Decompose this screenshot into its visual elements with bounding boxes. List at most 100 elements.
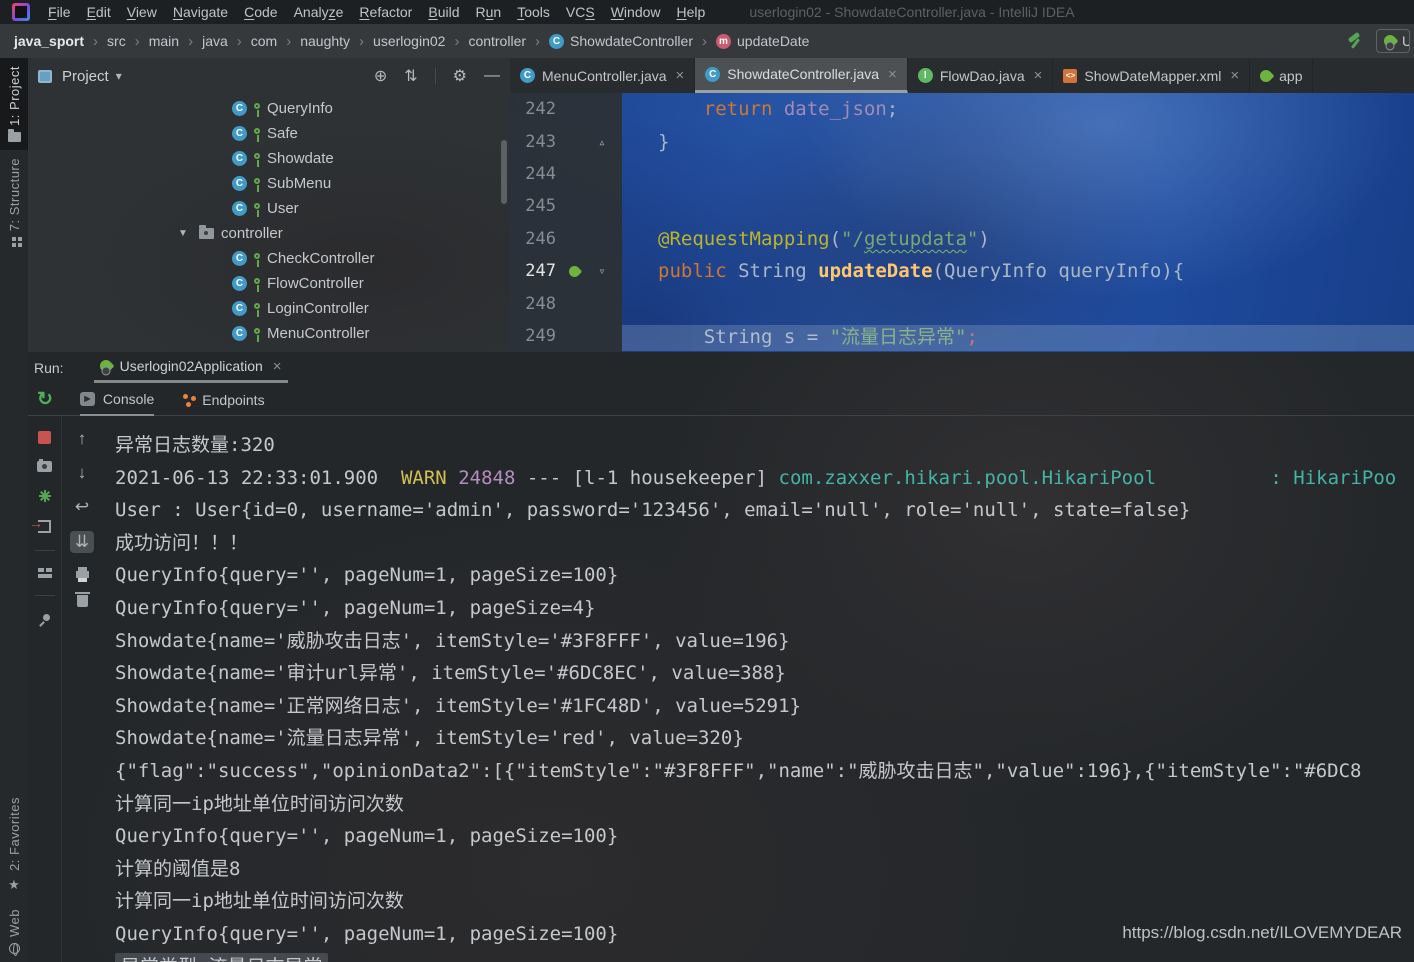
console-icon: ▶	[80, 392, 95, 406]
tree-item-QueryInfo[interactable]: CQueryInfo	[28, 96, 510, 121]
class-icon: C	[232, 151, 247, 166]
menu-help[interactable]: Help	[669, 2, 714, 22]
line-number: 244	[510, 164, 556, 184]
class-icon: C	[232, 176, 247, 191]
project-panel-title[interactable]: Project	[62, 68, 109, 85]
line-number: 245	[510, 196, 556, 216]
tool-button-structure[interactable]: 7: Structure	[0, 150, 28, 255]
breadcrumb-naughty[interactable]: naughty	[298, 33, 352, 49]
menu-navigate[interactable]: Navigate	[165, 2, 236, 22]
close-icon[interactable]: ×	[273, 358, 282, 375]
expand-arrow-icon[interactable]: ▼	[178, 228, 192, 239]
package-folder-icon	[199, 228, 214, 239]
breadcrumb-main[interactable]: main	[147, 33, 181, 49]
tab-flowdao-java[interactable]: IFlowDao.java×	[908, 58, 1054, 93]
console-line: Showdate{name='正常网络日志', itemStyle='#1FC4…	[115, 690, 1414, 723]
print-icon[interactable]	[76, 571, 89, 578]
exit-icon[interactable]	[38, 520, 51, 533]
spring-bean-icon[interactable]	[566, 263, 582, 279]
tree-item-LoginController[interactable]: CLoginController	[28, 296, 510, 321]
tree-item-Safe[interactable]: CSafe	[28, 121, 510, 146]
menu-refactor[interactable]: Refactor	[351, 2, 420, 22]
soft-wrap-icon[interactable]: ↩	[75, 497, 89, 517]
scroll-up-icon[interactable]: ↑	[78, 429, 87, 449]
line-number: 246	[510, 229, 556, 249]
tree-item-Showdate[interactable]: CShowdate	[28, 146, 510, 171]
tree-item-controller[interactable]: ▼controller	[28, 221, 510, 246]
console-output[interactable]: 异常日志数量:3202021-06-13 22:33:01.900 WARN 2…	[102, 417, 1414, 962]
tree-item-User[interactable]: CUser	[28, 196, 510, 221]
menu-vcs[interactable]: VCS	[558, 2, 603, 22]
close-icon[interactable]: ×	[888, 66, 897, 83]
gear-icon[interactable]: ⚙	[453, 66, 467, 86]
editor: CMenuController.java×CShowdateController…	[510, 58, 1414, 352]
locate-icon[interactable]: ⊕	[374, 66, 387, 86]
thread-dump-icon[interactable]	[37, 461, 52, 472]
menu-tools[interactable]: Tools	[509, 2, 558, 22]
breadcrumb-updateDate[interactable]: mupdateDate	[714, 33, 811, 49]
menu-build[interactable]: Build	[420, 2, 467, 22]
console-line: 2021-06-13 22:33:01.900 WARN 24848 --- […	[115, 462, 1414, 495]
menu-edit[interactable]: Edit	[79, 2, 119, 22]
key-icon	[254, 128, 260, 134]
key-icon	[254, 178, 260, 184]
breadcrumb-java_sport[interactable]: java_sport	[12, 33, 86, 49]
breadcrumb-controller[interactable]: controller	[466, 33, 528, 49]
tab-menucontroller-java[interactable]: CMenuController.java×	[510, 58, 695, 93]
rerun-icon[interactable]: ↻	[37, 388, 53, 411]
breadcrumb-separator: ›	[279, 33, 298, 50]
tool-button-web[interactable]: Web	[0, 901, 28, 962]
run-tab-console[interactable]: ▶Console	[80, 383, 154, 416]
pin-icon[interactable]	[38, 613, 52, 627]
stop-button[interactable]	[38, 431, 51, 444]
breadcrumb: java_sport›src›main›java›com›naughty›use…	[0, 24, 1414, 58]
breadcrumb-com[interactable]: com	[249, 33, 279, 49]
menu-view[interactable]: View	[119, 2, 165, 22]
collapse-all-icon[interactable]: ⇅	[404, 66, 417, 86]
line-number: 248	[510, 294, 556, 314]
key-icon	[254, 253, 260, 259]
breadcrumb-userlogin02[interactable]: userlogin02	[371, 33, 447, 49]
breadcrumb-ShowdateController[interactable]: CShowdateController	[547, 33, 695, 49]
run-tab-endpoints[interactable]: Endpoints	[181, 383, 264, 416]
breadcrumb-java[interactable]: java	[200, 33, 230, 49]
tree-item-CheckController[interactable]: CCheckController	[28, 246, 510, 271]
tree-item-SubMenu[interactable]: CSubMenu	[28, 171, 510, 196]
tool-button-favorites[interactable]: 2: Favorites★	[0, 789, 28, 901]
tool-button-project[interactable]: 1: Project	[0, 58, 28, 150]
menu-analyze[interactable]: Analyze	[286, 2, 352, 22]
close-icon[interactable]: ×	[1230, 67, 1239, 84]
breadcrumb-src[interactable]: src	[105, 33, 128, 49]
fold-marker-icon[interactable]: ▵	[592, 135, 612, 149]
tree-item-MenuController[interactable]: CMenuController	[28, 321, 510, 346]
scroll-down-icon[interactable]: ↓	[78, 463, 87, 483]
line-number: 247	[510, 261, 556, 281]
menu-window[interactable]: Window	[603, 2, 669, 22]
clear-console-icon[interactable]	[77, 595, 88, 607]
project-scrollbar[interactable]	[501, 140, 507, 204]
tab-showdatecontroller-java[interactable]: CShowdateController.java×	[695, 58, 908, 93]
close-icon[interactable]: ×	[676, 67, 685, 84]
code-line-248: 248	[510, 287, 1414, 319]
tab-app[interactable]: app	[1250, 58, 1313, 93]
menu-file[interactable]: File	[40, 2, 79, 22]
hide-panel-icon[interactable]: —	[484, 67, 500, 85]
console-line: 异常类型:流量日志异常	[115, 951, 1414, 962]
tab-showdatemapper-xml[interactable]: <>ShowDateMapper.xml×	[1053, 58, 1250, 93]
coverage-icon[interactable]	[38, 489, 52, 503]
menu-code[interactable]: Code	[236, 2, 285, 22]
project-panel-header: Project ▾ ⊕ ⇅ ⚙ —	[28, 58, 510, 94]
run-configuration-tab[interactable]: Userlogin02Application ×	[94, 352, 288, 383]
restore-layout-icon[interactable]	[38, 568, 52, 578]
chevron-down-icon[interactable]: ▾	[116, 69, 122, 83]
close-icon[interactable]: ×	[1034, 67, 1043, 84]
tree-item-FlowController[interactable]: CFlowController	[28, 271, 510, 296]
run-configuration-chip[interactable]: U	[1376, 29, 1410, 53]
menu-run[interactable]: Run	[468, 2, 510, 22]
build-hammer-icon[interactable]	[1346, 32, 1364, 50]
folder-icon	[8, 132, 21, 142]
scroll-to-end-icon[interactable]: ⇊	[70, 531, 94, 553]
editor-content[interactable]: 242 return date_json;243▵}244245246@Requ…	[510, 93, 1414, 352]
fold-marker-icon[interactable]: ▿	[592, 264, 612, 278]
console-line: QueryInfo{query='', pageNum=1, pageSize=…	[115, 559, 1414, 592]
